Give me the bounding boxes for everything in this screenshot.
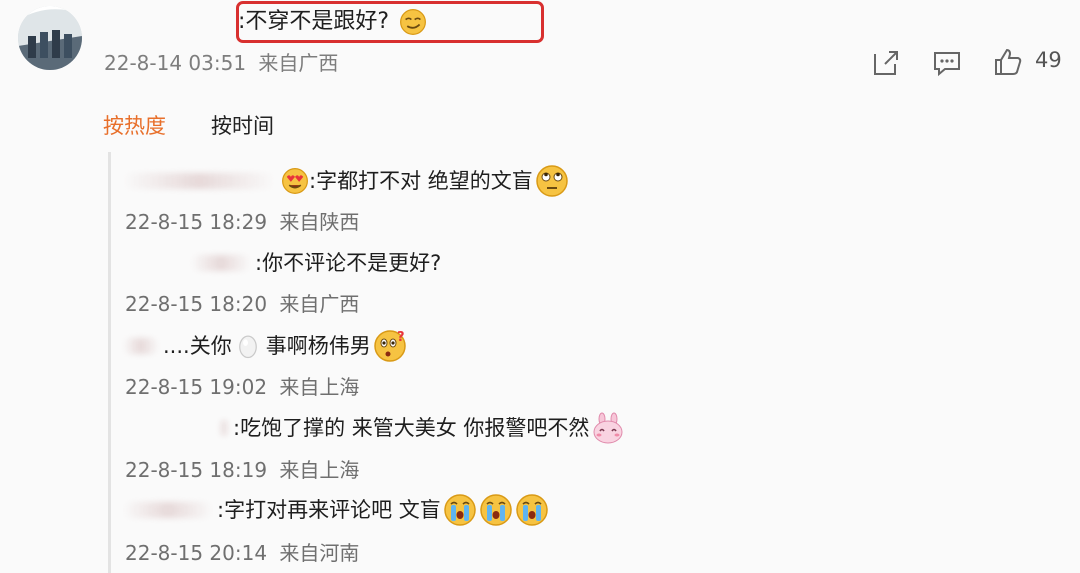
reply-text-row: :吃饱了撑的 来管大美女 你报警吧不然 [219, 410, 625, 446]
reply-meta: 22-8-15 18:29 来自陕西 [125, 208, 359, 236]
reply-text-row: ....关你 事啊杨伟男 ? [123, 328, 407, 364]
like-count: 49 [1035, 48, 1062, 72]
reply-date: 22-8-15 18:19 [125, 458, 268, 482]
svg-text:?: ? [397, 330, 405, 345]
comment-text: :不穿不是跟好? [238, 9, 390, 34]
reply-text: :字打对再来评论吧 文盲 [217, 498, 441, 522]
reply-text-row: :字打对再来评论吧 文盲 [123, 492, 549, 528]
comment-meta: 22-8-14 03:51 来自广西 [104, 49, 338, 77]
reply-location: 来自上海 [279, 375, 360, 399]
reply-text-after: 事啊杨伟男 [265, 334, 371, 358]
pink-bunny-emoji [591, 411, 625, 445]
reply-text-row: :你不评论不是更好? [191, 245, 441, 281]
avatar[interactable] [18, 6, 82, 70]
crying-emoji [479, 493, 513, 527]
comment-text-row: :不穿不是跟好? [238, 4, 427, 40]
comment-date: 22-8-14 03:51 [104, 51, 247, 75]
tab-hot[interactable]: 按热度 [103, 112, 166, 140]
eye-roll-emoji [535, 164, 569, 198]
crying-emoji [443, 493, 477, 527]
reply-date: 22-8-15 18:20 [125, 292, 268, 316]
reply-text: :吃饱了撑的 来管大美女 你报警吧不然 [233, 416, 590, 440]
egg-emoji [234, 332, 262, 360]
reply-date: 22-8-15 18:29 [125, 210, 268, 234]
reply-text: :字都打不对 绝望的文盲 [309, 169, 533, 193]
heart-eyes-emoji [281, 167, 309, 195]
reply-meta: 22-8-15 18:20 来自广西 [125, 290, 359, 318]
comment-icon[interactable] [932, 48, 962, 78]
reply-location: 来自河南 [279, 541, 360, 565]
reply-location: 来自广西 [279, 292, 360, 316]
reply-meta: 22-8-15 20:14 来自河南 [125, 539, 359, 567]
reply-list: :字都打不对 绝望的文盲 22-8-15 18:29 来自陕西 :你不评论不是更… [108, 152, 1080, 573]
reply-meta: 22-8-15 18:19 来自上海 [125, 456, 359, 484]
reply-text-row: :字都打不对 绝望的文盲 [123, 163, 569, 199]
tab-time[interactable]: 按时间 [211, 112, 274, 140]
reply-text-before: ....关你 [163, 334, 232, 358]
comment-location: 来自广西 [258, 51, 339, 75]
confused-emoji: ? [373, 329, 407, 363]
crying-emoji [515, 493, 549, 527]
reply-date: 22-8-15 19:02 [125, 375, 268, 399]
reply-date: 22-8-15 20:14 [125, 541, 268, 565]
smirk-emoji [399, 8, 427, 36]
like-icon[interactable] [993, 47, 1023, 77]
reply-text: :你不评论不是更好? [255, 251, 442, 275]
reply-meta: 22-8-15 19:02 来自上海 [125, 373, 359, 401]
reply-location: 来自上海 [279, 458, 360, 482]
reply-location: 来自陕西 [279, 210, 360, 234]
share-icon[interactable] [871, 48, 901, 78]
